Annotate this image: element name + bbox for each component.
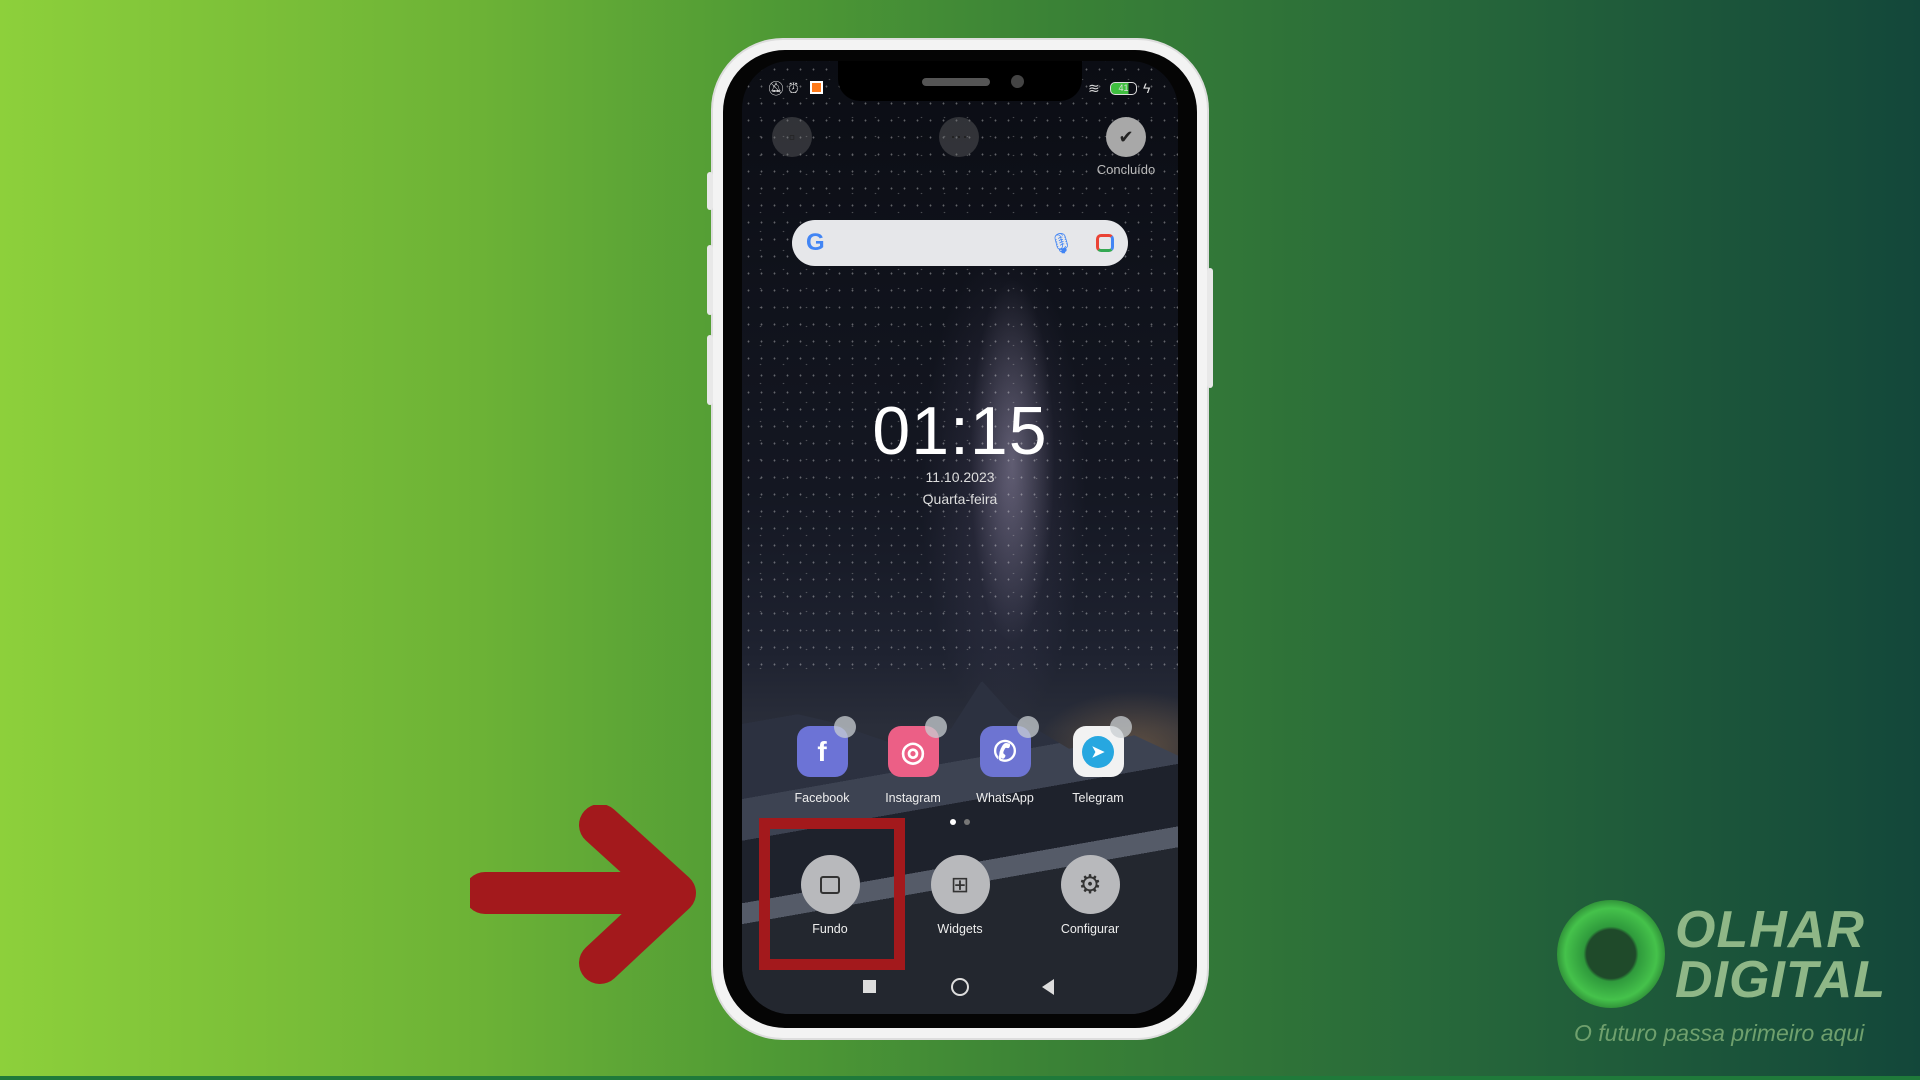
folder-icon: ▫ (788, 126, 796, 147)
facebook-icon: f (796, 716, 856, 777)
olhar-digital-logo (1557, 900, 1665, 1008)
app-whatsapp[interactable]: ✆ WhatsApp (960, 716, 1050, 805)
front-camera (1011, 75, 1024, 88)
bottom-line (0, 1076, 1920, 1080)
mic-icon[interactable]: 🎙︎ (1049, 231, 1074, 256)
widgets-icon: ⊞ (950, 871, 970, 897)
battery-level: 41 (1118, 83, 1129, 93)
google-logo: G (806, 229, 825, 256)
whatsapp-icon: ✆ (979, 716, 1039, 777)
battery-icon: 41 (1110, 82, 1137, 95)
phone-side-button (707, 335, 713, 405)
phone-side-button (707, 172, 713, 210)
page-dot-active[interactable] (950, 819, 956, 825)
clock-weekday: Quarta-feira (922, 491, 998, 507)
back-icon[interactable] (1042, 979, 1054, 995)
recents-icon[interactable] (863, 980, 876, 993)
app-notification-icon (810, 81, 823, 94)
highlight-box (759, 818, 905, 970)
red-arrow-icon (470, 805, 696, 984)
done-button[interactable]: ✔ (1106, 117, 1146, 157)
brand-wordmark: OLHAR DIGITAL (1675, 901, 1887, 1009)
action-label: Widgets (937, 922, 983, 936)
app-telegram[interactable]: ➤ Telegram (1053, 716, 1143, 805)
instagram-icon: ◎ (887, 716, 947, 777)
app-label: Facebook (794, 791, 850, 805)
charging-icon: ϟ (1143, 80, 1151, 96)
telegram-icon: ➤ (1072, 716, 1132, 777)
clock-date: 11.10.2023 (925, 469, 995, 485)
app-label: WhatsApp (976, 791, 1034, 805)
page-dot[interactable] (964, 819, 970, 825)
app-instagram[interactable]: ◎ Instagram (868, 716, 958, 805)
clock-time: 01:15 (872, 393, 1048, 469)
app-label: Instagram (885, 791, 941, 805)
widgets-button[interactable]: ⊞ Widgets (905, 855, 1015, 936)
settings-gear-icon: ⚙ (1078, 869, 1102, 899)
google-search-bar[interactable]: G 🎙︎ (792, 220, 1128, 266)
done-label: Concluído (1096, 162, 1156, 177)
phone-power-button (1207, 268, 1213, 388)
home-icon[interactable] (951, 978, 969, 996)
action-label: Configurar (1060, 922, 1120, 936)
more-button[interactable]: ⋯ (939, 117, 979, 157)
alarm-icon: ⏰︎ (788, 80, 799, 96)
lens-icon[interactable] (1096, 234, 1114, 252)
app-label: Telegram (1072, 791, 1124, 805)
brand-tagline: O futuro passa primeiro aqui (1574, 1020, 1865, 1046)
phone-side-button (707, 245, 713, 315)
settings-button[interactable]: ⚙ Configurar (1035, 855, 1145, 936)
wifi-icon: ≋ (1088, 80, 1100, 96)
folder-button[interactable]: ▫ (772, 117, 812, 157)
check-icon: ✔ (1118, 126, 1134, 147)
notifications-off-icon: 🔕︎ (767, 80, 785, 96)
speaker (922, 78, 990, 86)
app-facebook[interactable]: f Facebook (777, 716, 867, 805)
more-icon: ⋯ (950, 126, 968, 147)
